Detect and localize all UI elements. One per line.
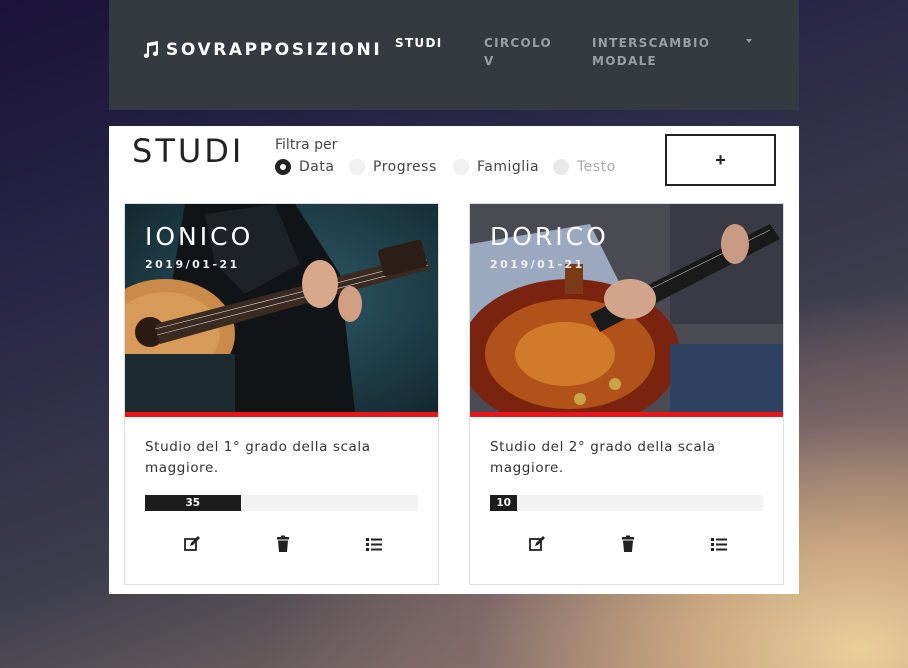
radio-label: Data <box>299 159 335 175</box>
filter-radio-testo: Testo <box>553 159 616 175</box>
card-date: 2019/01-21 <box>490 258 585 271</box>
progress-bar: 10 <box>490 495 763 511</box>
filter-radio-data[interactable]: Data <box>275 159 334 175</box>
filter-radio-progress[interactable]: Progress <box>349 159 437 175</box>
brand-label: SOVRAPPOSIZIONI <box>166 40 383 60</box>
nav-item-label: STUDI <box>395 36 443 50</box>
radio-button[interactable] <box>453 159 469 175</box>
radio-label: Progress <box>373 159 437 175</box>
radio-button[interactable] <box>275 159 291 175</box>
filter-label: Filtra per <box>275 137 338 153</box>
music-note-icon <box>143 41 159 58</box>
nav-item-interscambio-modale[interactable]: INTERSCAMBIO MODALE <box>592 34 710 70</box>
progress-fill: 10 <box>490 495 518 511</box>
list-icon[interactable] <box>365 535 383 553</box>
card-accent-bar <box>125 412 438 417</box>
card-actions <box>125 535 438 555</box>
nav-item-label-line2: MODALE <box>592 54 658 68</box>
nav-item-circolo-v[interactable]: CIRCOLO V <box>484 34 552 70</box>
card-description: Studio del 1° grado della scala maggiore… <box>145 439 371 476</box>
edit-icon[interactable] <box>183 535 201 553</box>
filter-radio-famiglia[interactable]: Famiglia <box>453 159 539 175</box>
page-title: STUDI <box>132 132 245 170</box>
progress-bar: 35 <box>145 495 418 511</box>
card-image[interactable]: IONICO 2019/01-21 <box>125 204 438 412</box>
card-description: Studio del 2° grado della scala maggiore… <box>490 439 716 476</box>
study-card: DORICO 2019/01-21 Studio del 2° grado de… <box>469 203 784 585</box>
card-title: DORICO <box>490 222 609 251</box>
nav-item-label-line1: CIRCOLO <box>484 36 553 50</box>
dropdown-caret-icon[interactable] <box>746 39 752 43</box>
trash-icon[interactable] <box>274 535 292 553</box>
nav-item-label-line2: V <box>484 54 495 68</box>
card-title: IONICO <box>145 222 254 251</box>
progress-fill: 35 <box>145 495 241 511</box>
brand[interactable]: SOVRAPPOSIZIONI <box>141 40 382 60</box>
add-study-button[interactable]: + <box>665 134 776 186</box>
radio-button <box>553 159 569 175</box>
study-card: IONICO 2019/01-21 Studio del 1° grado de… <box>124 203 439 585</box>
main-panel: STUDI Filtra per Data Progress Famiglia … <box>109 126 799 594</box>
card-image[interactable]: DORICO 2019/01-21 <box>470 204 783 412</box>
card-actions <box>470 535 783 555</box>
edit-icon[interactable] <box>528 535 546 553</box>
card-accent-bar <box>470 412 783 417</box>
nav-item-label-line1: INTERSCAMBIO <box>592 36 711 50</box>
card-date: 2019/01-21 <box>145 258 240 271</box>
nav-item-studi[interactable]: STUDI <box>395 34 443 52</box>
radio-label: Famiglia <box>477 159 540 175</box>
radio-button[interactable] <box>349 159 365 175</box>
list-icon[interactable] <box>710 535 728 553</box>
navbar: SOVRAPPOSIZIONI STUDI CIRCOLO V INTERSCA… <box>109 0 799 110</box>
radio-label: Testo <box>577 159 616 175</box>
trash-icon[interactable] <box>619 535 637 553</box>
